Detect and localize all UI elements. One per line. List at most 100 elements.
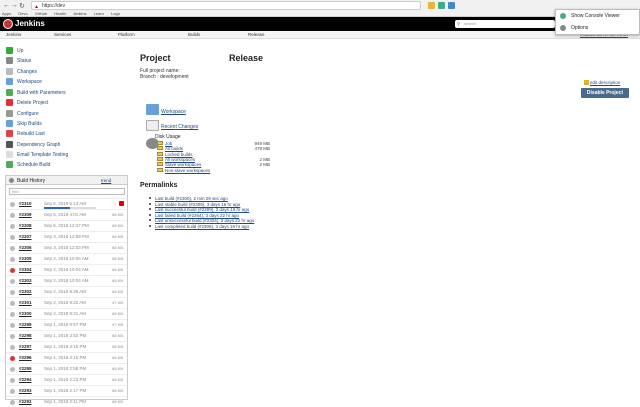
build-date[interactable]: Sep 2, 2018 10:04 AM bbox=[44, 278, 89, 283]
disk-usage-label[interactable]: Job bbox=[165, 141, 172, 146]
build-row[interactable]: #2302 Sep 2, 2018 9:26 AM 66 KB bbox=[6, 286, 127, 297]
permalink[interactable]: Last failed build (#2264), 3 days 22 hr … bbox=[149, 213, 239, 218]
build-date[interactable]: Sep 3, 2018 12:53 PM bbox=[44, 245, 89, 250]
build-number-link[interactable]: #2299 bbox=[19, 322, 32, 327]
sidebar-item[interactable]: Rebuild Last bbox=[6, 130, 45, 139]
build-row[interactable]: #2305 Sep 2, 2018 10:05 AM 66 KB bbox=[6, 253, 127, 264]
build-date[interactable]: Sep 2, 2018 10:04 AM bbox=[44, 267, 89, 272]
build-row[interactable]: #2310 Sep 6, 2018 6:13 AM bbox=[6, 198, 127, 209]
sidebar-item[interactable]: Schedule Build bbox=[6, 161, 50, 170]
build-row[interactable]: #2307 Sep 3, 2018 12:59 PM 66 KB bbox=[6, 231, 127, 242]
extension-icon[interactable] bbox=[448, 2, 455, 9]
back-icon[interactable]: ← bbox=[3, 2, 10, 9]
build-date[interactable]: Sep 2, 2018 10:05 AM bbox=[44, 256, 89, 261]
build-date[interactable]: Sep 3, 2018 12:59 PM bbox=[44, 234, 89, 239]
stop-build-icon[interactable] bbox=[119, 201, 124, 206]
bookmark-item[interactable]: GitHub bbox=[35, 11, 47, 16]
build-number-link[interactable]: #2304 bbox=[19, 267, 32, 272]
bookmark-item[interactable]: Health bbox=[54, 11, 66, 16]
sidebar-item[interactable]: Up bbox=[6, 47, 23, 56]
build-number-link[interactable]: #2306 bbox=[19, 245, 32, 250]
breadcrumb-item[interactable]: Release bbox=[248, 32, 265, 37]
build-date[interactable]: Sep 1, 2018 3:16 PM bbox=[44, 344, 86, 349]
menu-item-options[interactable]: Options bbox=[571, 25, 588, 31]
build-date[interactable]: Sep 5, 2018 12:37 PM bbox=[44, 223, 89, 228]
sidebar-item[interactable]: Dependency Graph bbox=[6, 141, 60, 150]
build-number-link[interactable]: #2307 bbox=[19, 234, 32, 239]
build-date[interactable]: Sep 1, 2018 3:52 PM bbox=[44, 333, 86, 338]
extension-icon[interactable] bbox=[428, 2, 435, 9]
build-row[interactable]: #2304 Sep 2, 2018 10:04 AM 66 KB bbox=[6, 264, 127, 275]
build-row[interactable]: #2299 Sep 1, 2018 9:57 PM 47 KB bbox=[6, 319, 127, 330]
build-row[interactable]: #2308 Sep 5, 2018 12:37 PM 68 KB bbox=[6, 220, 127, 231]
build-date[interactable]: Sep 1, 2018 3:15 PM bbox=[44, 355, 86, 360]
build-number-link[interactable]: #2297 bbox=[19, 344, 32, 349]
build-row[interactable]: #2300 Sep 2, 2018 9:21 AM 66 KB bbox=[6, 308, 127, 319]
build-row[interactable]: #2303 Sep 2, 2018 10:04 AM 66 KB bbox=[6, 275, 127, 286]
build-number-link[interactable]: #2305 bbox=[19, 256, 32, 261]
build-number-link[interactable]: #2295 bbox=[19, 366, 32, 371]
menu-item-console-viewer[interactable]: Show Console Viewer bbox=[571, 13, 620, 19]
build-number-link[interactable]: #2294 bbox=[19, 377, 32, 382]
build-number-link[interactable]: #2310 bbox=[19, 201, 32, 206]
bookmark-item[interactable]: Jenkins bbox=[73, 11, 87, 16]
jenkins-logo-icon[interactable] bbox=[3, 19, 13, 29]
bookmark-item[interactable]: Learn bbox=[94, 11, 104, 16]
build-row[interactable]: #2298 Sep 1, 2018 3:52 PM 66 KB bbox=[6, 330, 127, 341]
disk-usage-label[interactable]: All workspaces bbox=[165, 157, 195, 162]
build-row[interactable]: #2306 Sep 3, 2018 12:53 PM 66 KB bbox=[6, 242, 127, 253]
collapse-icon[interactable] bbox=[9, 178, 14, 183]
bookmark-item[interactable]: Logo bbox=[111, 11, 120, 16]
address-bar[interactable]: ▲ https://dev bbox=[31, 1, 421, 10]
build-number-link[interactable]: #2303 bbox=[19, 278, 32, 283]
bookmark-item[interactable]: Devo bbox=[18, 11, 27, 16]
disable-project-button[interactable]: Disable Project bbox=[581, 88, 629, 98]
build-number-link[interactable]: #2298 bbox=[19, 333, 32, 338]
sidebar-item[interactable]: Status bbox=[6, 57, 31, 66]
edit-description-link[interactable]: edit description bbox=[590, 80, 620, 85]
build-date[interactable]: Sep 6, 2018 6:13 AM bbox=[44, 201, 86, 206]
build-date[interactable]: Sep 6, 2018 4:01 AM bbox=[44, 212, 86, 217]
breadcrumb-item[interactable]: Services bbox=[54, 32, 71, 37]
trend-link[interactable]: trend bbox=[101, 178, 111, 183]
build-row[interactable]: #2296 Sep 1, 2018 3:15 PM 66 KB bbox=[6, 352, 127, 363]
build-number-link[interactable]: #2302 bbox=[19, 289, 32, 294]
build-row[interactable]: #2293 Sep 1, 2018 2:17 PM 66 KB bbox=[6, 385, 127, 396]
build-date[interactable]: Sep 2, 2018 9:21 AM bbox=[44, 311, 86, 316]
reload-icon[interactable]: ↻ bbox=[19, 2, 25, 10]
search-input[interactable]: ⚲ search bbox=[455, 20, 555, 28]
permalink[interactable]: Last unsuccessful build (#2304), 3 days … bbox=[149, 218, 254, 223]
sidebar-item[interactable]: Changes bbox=[6, 68, 37, 77]
sidebar-item[interactable]: Build with Parameters bbox=[6, 89, 66, 98]
brand-title[interactable]: Jenkins bbox=[15, 19, 45, 28]
forward-icon[interactable]: → bbox=[11, 2, 18, 9]
build-date[interactable]: Sep 2, 2018 9:26 AM bbox=[44, 289, 86, 294]
build-date[interactable]: Sep 1, 2018 2:17 PM bbox=[44, 388, 86, 393]
build-date[interactable]: Sep 1, 2018 9:57 PM bbox=[44, 322, 86, 327]
permalink[interactable]: Last successful build (#2309), 3 days 16… bbox=[149, 207, 249, 212]
breadcrumb-item[interactable]: Jenkins bbox=[6, 32, 21, 37]
build-number-link[interactable]: #2293 bbox=[19, 388, 32, 393]
build-number-link[interactable]: #2300 bbox=[19, 311, 32, 316]
build-date[interactable]: Sep 1, 2018 2:58 PM bbox=[44, 366, 86, 371]
disk-usage-label[interactable]: Locked builds bbox=[165, 152, 193, 157]
build-number-link[interactable]: #2308 bbox=[19, 223, 32, 228]
sidebar-item[interactable]: Email Template Testing bbox=[6, 151, 68, 160]
build-row[interactable]: #2301 Sep 2, 2018 9:22 AM 47 KB bbox=[6, 297, 127, 308]
build-number-link[interactable]: #2309 bbox=[19, 212, 32, 217]
extension-icon[interactable] bbox=[438, 2, 445, 9]
recent-changes-link[interactable]: Recent Changes bbox=[161, 124, 198, 130]
bookmark-item[interactable]: Apps bbox=[2, 11, 11, 16]
permalink[interactable]: Last stable build (#2309), 3 days 16 hr … bbox=[149, 202, 240, 207]
build-row[interactable]: #2297 Sep 1, 2018 3:16 PM 66 KB bbox=[6, 341, 127, 352]
build-row[interactable]: #2309 Sep 6, 2018 4:01 AM 66 KB bbox=[6, 209, 127, 220]
disk-usage-label[interactable]: Slave workspaces bbox=[165, 162, 201, 167]
sidebar-item[interactable]: Skip Builds bbox=[6, 120, 42, 129]
disk-usage-label[interactable]: All builds bbox=[165, 146, 183, 151]
disk-usage-label[interactable]: Non-slave workspaces bbox=[165, 168, 210, 173]
build-row[interactable]: #2294 Sep 1, 2018 2:23 PM 66 KB bbox=[6, 374, 127, 385]
build-date[interactable]: Sep 2, 2018 9:22 AM bbox=[44, 300, 86, 305]
breadcrumb-item[interactable]: Builds bbox=[188, 32, 200, 37]
permalink[interactable]: Last completed build (#2309), 3 days 16 … bbox=[149, 224, 249, 229]
permalink[interactable]: Last build (#2300), 2 min 29 sec ago bbox=[149, 196, 228, 201]
